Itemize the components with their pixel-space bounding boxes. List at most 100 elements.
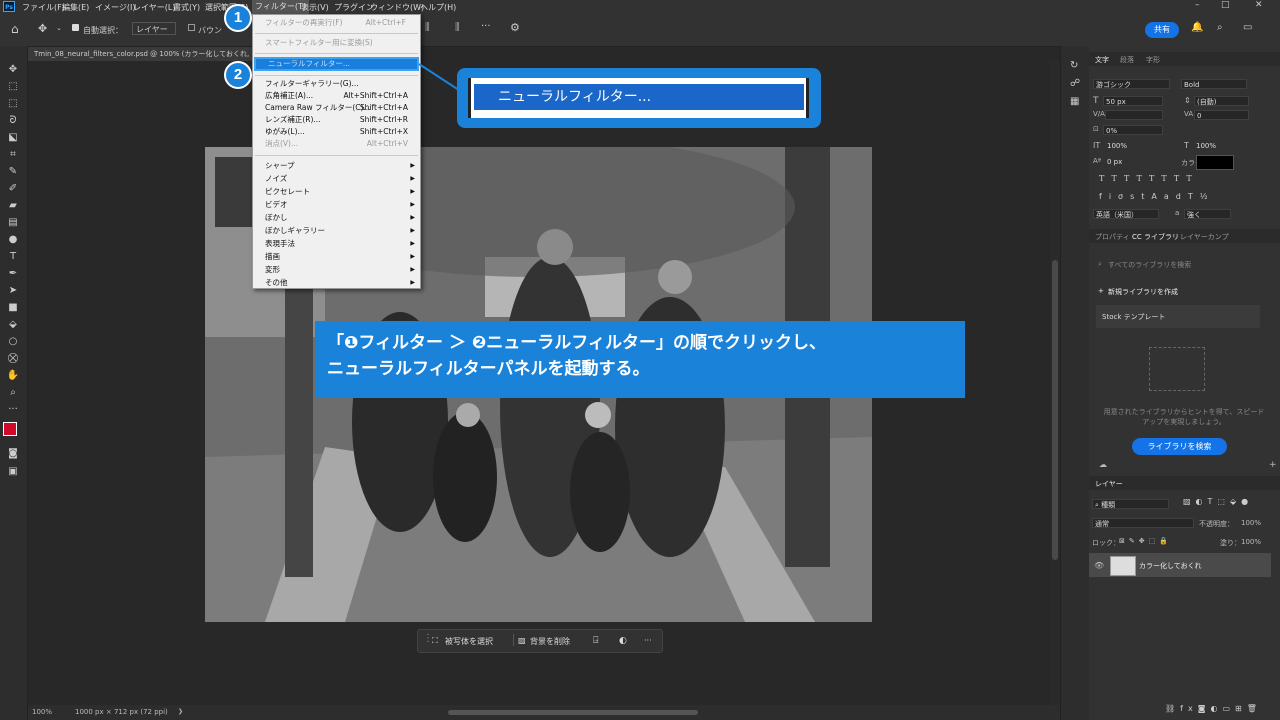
artboard-tool-icon[interactable]: ⬚	[6, 81, 20, 93]
horizontal-scale-field[interactable]: 100%	[1194, 141, 1249, 151]
close-button[interactable]: ✕	[1255, 0, 1263, 10]
menu-view[interactable]: 表示(V)	[301, 2, 329, 13]
menu-type[interactable]: 書式(Y)	[173, 2, 200, 13]
search-icon[interactable]: ⌕	[1217, 22, 1223, 33]
rectangle-tool-icon[interactable]: ■	[6, 302, 20, 314]
menu-item-render[interactable]: 描画 ▶	[253, 251, 420, 263]
tracking-field[interactable]: 0	[1194, 110, 1249, 120]
minimize-button[interactable]: –	[1195, 0, 1200, 10]
eye-icon[interactable]: 👁	[1094, 561, 1104, 570]
menu-file[interactable]: ファイル(F)	[22, 2, 65, 13]
layer-name[interactable]: カラー化しておくれ	[1139, 561, 1202, 571]
ellipse-tool-icon[interactable]: ○	[6, 336, 20, 348]
hand-tool-icon[interactable]: ✋	[6, 370, 20, 382]
menu-layer[interactable]: レイヤー(L)	[133, 2, 175, 13]
object-select-tool-icon[interactable]: ⬕	[6, 132, 20, 144]
bounding-box-checkbox[interactable]	[188, 24, 195, 31]
more-options-icon[interactable]: ···	[481, 21, 491, 32]
brush-tool-icon[interactable]: ✐	[6, 183, 20, 195]
horizontal-scrollbar[interactable]	[448, 710, 698, 715]
tab-character[interactable]: 文字	[1095, 55, 1109, 65]
fill-value[interactable]: 100%	[1241, 538, 1261, 546]
eraser-tool-icon[interactable]: ▰	[6, 200, 20, 212]
menu-item-blur[interactable]: ぼかし ▶	[253, 212, 420, 224]
pen-tool-icon[interactable]: ✒	[6, 268, 20, 280]
eyedropper-tool-icon[interactable]: ✎	[6, 166, 20, 178]
vertical-scrollbar-thumb[interactable]	[1052, 260, 1058, 560]
menu-item-sharpen[interactable]: シャープ ▶	[253, 160, 420, 172]
menu-item-stylize[interactable]: 表現手法 ▶	[253, 238, 420, 250]
more-options-button[interactable]: ···	[644, 636, 652, 645]
gear-icon[interactable]: ⚙	[510, 21, 520, 34]
crop-tool-icon[interactable]: ⌗	[6, 149, 20, 161]
menu-item-noise[interactable]: ノイズ ▶	[253, 173, 420, 185]
path-select-tool-icon[interactable]: ➤	[6, 285, 20, 297]
menu-item-last-filter[interactable]: フィルターの再実行(F) Alt+Ctrl+F	[253, 17, 420, 29]
tab-paragraph[interactable]: 段落	[1120, 55, 1134, 65]
lasso-tool-icon[interactable]: ᘐ	[6, 115, 20, 127]
menu-item-lens-correction[interactable]: レンズ補正(R)... Shift+Ctrl+R	[253, 114, 420, 126]
status-arrow-icon[interactable]: ❯	[178, 708, 183, 715]
menu-image[interactable]: イメージ(I)	[95, 2, 135, 13]
more-tools-icon[interactable]: ···	[6, 404, 20, 416]
opacity-value[interactable]: 100%	[1241, 519, 1261, 527]
font-size-field[interactable]: 50 px	[1103, 96, 1163, 106]
tab-layers[interactable]: レイヤー	[1095, 479, 1123, 489]
search-library-button[interactable]: ライブラリを検索	[1132, 438, 1227, 455]
layer-filter-icons[interactable]: ▨◐T⬚⬙●	[1183, 497, 1253, 506]
home-icon[interactable]: ⌂	[11, 22, 19, 36]
menu-item-neural-filters[interactable]: ニューラルフィルター...	[254, 57, 419, 71]
paint-bucket-tool-icon[interactable]: ⬙	[6, 319, 20, 331]
grid-icon[interactable]: ▦	[1070, 96, 1079, 107]
chevron-down-icon[interactable]: ⌄	[56, 24, 62, 32]
menu-item-liquify[interactable]: ゆがみ(L)... Shift+Ctrl+X	[253, 126, 420, 138]
menu-item-filter-gallery[interactable]: フィルターギャラリー(G)...	[253, 78, 420, 90]
layer-filter-select[interactable]: ⌕ 種類	[1092, 499, 1169, 509]
menu-item-other[interactable]: その他 ▶	[253, 277, 420, 289]
kerning-field[interactable]	[1105, 110, 1163, 120]
maximize-button[interactable]: □	[1221, 0, 1230, 10]
remove-background-button[interactable]: 背景を削除	[530, 636, 570, 647]
move-tool-icon[interactable]: ✥	[38, 22, 47, 35]
text-style-buttons[interactable]: TTTTTTTT	[1099, 174, 1199, 183]
menu-edit[interactable]: 編集(E)	[62, 2, 89, 13]
document-tab[interactable]: Tmin_08_neural_filters_color.psd @ 100% …	[28, 47, 263, 61]
bell-icon[interactable]: 🔔	[1191, 22, 1203, 33]
menu-item-pixelate[interactable]: ピクセレート ▶	[253, 186, 420, 198]
screen-mode-icon[interactable]: ▣	[6, 466, 20, 478]
marquee-tool-icon[interactable]: ⬚	[6, 98, 20, 110]
distribute-icon[interactable]: ⫼	[455, 22, 460, 33]
font-style-select[interactable]: Bold	[1181, 79, 1247, 89]
share-button[interactable]: 共有	[1145, 22, 1179, 38]
align-icon[interactable]: ⫼	[425, 22, 430, 33]
foreground-color-swatch[interactable]	[3, 422, 17, 436]
vertical-scale-field[interactable]: 100%	[1105, 141, 1163, 151]
blend-mode-select[interactable]: 通常	[1092, 518, 1194, 528]
anti-alias-select[interactable]: 強く	[1184, 209, 1231, 219]
move-tool-icon[interactable]: ✥	[6, 64, 20, 76]
type-tool-icon[interactable]: T	[6, 251, 20, 263]
dodge-tool-icon[interactable]: ●	[6, 234, 20, 246]
menu-item-blur-gallery[interactable]: ぼかしギャラリー ▶	[253, 225, 420, 237]
quick-mask-icon[interactable]: ◙	[6, 448, 20, 460]
menu-item-camera-raw[interactable]: Camera Raw フィルター(C)... Shift+Ctrl+A	[253, 102, 420, 114]
menu-item-distort[interactable]: 変形 ▶	[253, 264, 420, 276]
menu-item-adaptive-wide-angle[interactable]: 広角補正(A)... Alt+Shift+Ctrl+A	[253, 90, 420, 102]
tab-cc-libraries[interactable]: CC ライブラリ	[1132, 232, 1179, 242]
menu-help[interactable]: ヘルプ(H)	[420, 2, 456, 13]
history-icon[interactable]: ↻	[1070, 60, 1078, 71]
menu-item-convert-smart-filter[interactable]: スマートフィルター用に変換(S)	[253, 37, 420, 49]
tab-glyphs[interactable]: 字形	[1146, 55, 1160, 65]
adjust-icon[interactable]: ◐	[619, 636, 627, 646]
transform-icon[interactable]: ⍈	[593, 636, 598, 646]
zoom-level[interactable]: 100%	[32, 708, 52, 716]
stamp-tool-icon[interactable]: ⛒	[6, 353, 20, 365]
layer-actions-icons[interactable]: ⛓fx◙◐▭⊞🗑	[1165, 704, 1262, 713]
stock-template-item[interactable]: Stock テンプレート	[1096, 305, 1260, 328]
tab-layer-comps[interactable]: レイヤーカンプ	[1180, 232, 1229, 242]
auto-select-dropdown[interactable]: レイヤー	[132, 22, 176, 35]
tab-properties[interactable]: プロパティ	[1095, 232, 1130, 242]
font-family-select[interactable]: 游ゴシック	[1093, 79, 1170, 89]
zoom-tool-icon[interactable]: ⌕	[6, 387, 20, 399]
language-select[interactable]: 英語（米国）	[1093, 209, 1159, 219]
